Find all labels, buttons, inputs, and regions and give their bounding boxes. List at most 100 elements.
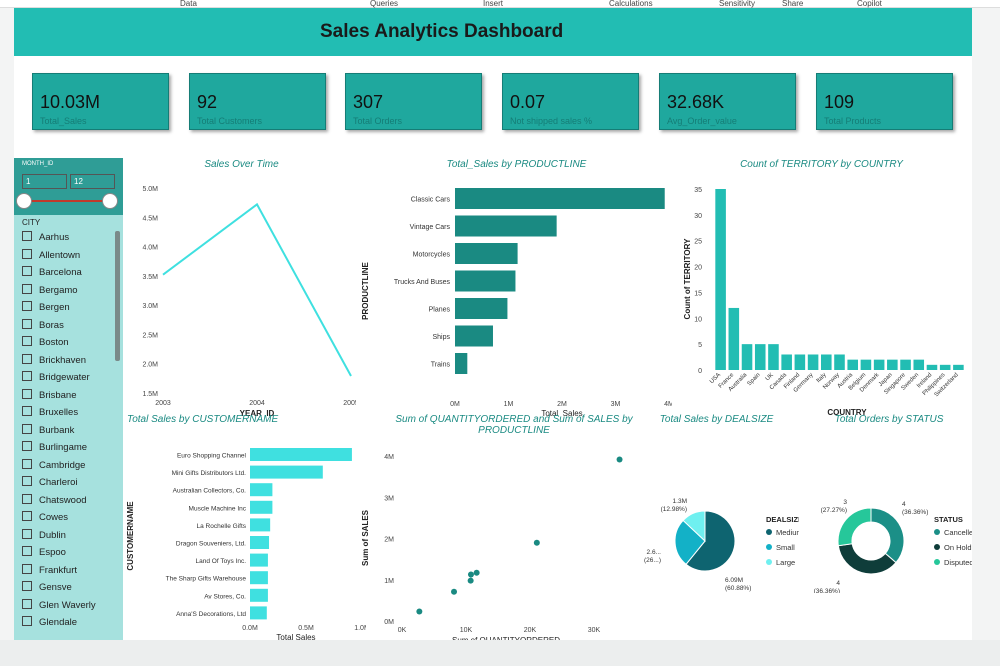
category-label: Anna'S Decorations, Ltd xyxy=(176,611,246,618)
x-tick-label: 20K xyxy=(524,627,537,634)
x-axis-label: Total Sales xyxy=(276,633,315,640)
checkbox-icon[interactable] xyxy=(22,581,32,591)
bar xyxy=(953,364,964,370)
checkbox-icon[interactable] xyxy=(22,528,32,539)
bar xyxy=(873,359,885,370)
city-option[interactable]: Chatswood xyxy=(22,493,87,511)
checkbox-icon[interactable] xyxy=(22,511,32,521)
city-list-scrollbar[interactable] xyxy=(115,231,120,361)
city-option[interactable]: Cowes xyxy=(22,511,68,528)
city-option[interactable]: Frankfurt xyxy=(22,563,78,581)
city-option[interactable]: Allentown xyxy=(22,248,80,266)
scatter-point xyxy=(473,569,480,576)
legend-swatch xyxy=(766,559,772,565)
checkbox-icon[interactable] xyxy=(22,546,32,556)
scatter-point xyxy=(533,539,540,546)
month-range-min-handle[interactable] xyxy=(16,193,32,209)
city-option[interactable]: Boras xyxy=(22,318,64,336)
city-option[interactable]: Espoo xyxy=(22,546,66,563)
legend-entry: Large xyxy=(776,558,795,567)
ribbon-sensitivity[interactable]: Sensitivity xyxy=(719,0,755,8)
category-label: Spain xyxy=(747,372,762,387)
ribbon-queries[interactable]: Queries xyxy=(370,0,398,8)
city-option-label: Frankfurt xyxy=(39,564,78,576)
kpi-card-total-sales[interactable]: 10.03M Total_Sales xyxy=(32,73,169,130)
checkbox-icon[interactable] xyxy=(22,493,32,504)
bar xyxy=(250,606,267,620)
ribbon-insert[interactable]: Insert xyxy=(483,0,503,8)
city-option[interactable]: Dublin xyxy=(22,528,66,546)
territory-by-country-chart: 05101520253035USAFranceAustraliaSpain UKC… xyxy=(683,187,964,416)
checkbox-icon[interactable] xyxy=(22,353,32,364)
city-option[interactable]: Cambridge xyxy=(22,458,86,476)
kpi-card-not-shipped[interactable]: 0.07 Not shipped sales % xyxy=(502,73,639,130)
city-option[interactable]: Glen Waverly xyxy=(22,598,96,616)
kpi-value: 32.68K xyxy=(667,92,725,112)
city-option[interactable]: Bergamo xyxy=(22,283,78,301)
month-max-input[interactable]: 12 xyxy=(70,174,115,189)
city-option[interactable]: Gensve xyxy=(22,581,72,598)
city-option[interactable]: Boston xyxy=(22,336,69,353)
city-option[interactable]: Barcelona xyxy=(22,266,82,283)
month-range-track[interactable] xyxy=(24,200,110,202)
checkbox-icon[interactable] xyxy=(22,231,32,241)
ribbon-data[interactable]: Data xyxy=(180,0,197,8)
checkbox-icon[interactable] xyxy=(22,336,32,346)
ribbon-share[interactable]: Share xyxy=(782,0,803,8)
kpi-card-avg-order-value[interactable]: 32.68K Avg_Order_value xyxy=(659,73,796,130)
bar xyxy=(250,536,270,549)
category-label: Motorcycles xyxy=(413,252,451,259)
city-option[interactable]: Bergen xyxy=(22,301,70,318)
kpi-card-total-orders[interactable]: 307 Total Orders xyxy=(345,73,482,130)
checkbox-icon[interactable] xyxy=(22,476,32,486)
checkbox-icon[interactable] xyxy=(22,301,32,311)
city-option-label: Boston xyxy=(39,337,69,348)
city-option[interactable]: Burlingame xyxy=(22,441,87,458)
city-option-label: Brickhaven xyxy=(39,354,86,366)
city-option[interactable]: Charleroi xyxy=(22,476,78,493)
checkbox-icon[interactable] xyxy=(22,598,32,609)
checkbox-icon[interactable] xyxy=(22,458,32,469)
checkbox-icon[interactable] xyxy=(22,616,32,626)
city-option[interactable]: Aarhus xyxy=(22,231,69,248)
city-option-label: Cambridge xyxy=(39,459,86,471)
checkbox-icon[interactable] xyxy=(22,563,32,574)
category-label: Mini Gifts Distributors Ltd. xyxy=(172,470,247,477)
checkbox-icon[interactable] xyxy=(22,318,32,329)
city-option[interactable]: Bruxelles xyxy=(22,406,78,423)
month-range-max-handle[interactable] xyxy=(102,193,118,209)
legend-swatch xyxy=(934,544,940,550)
category-label: UK xyxy=(765,372,775,382)
city-option[interactable]: Bridgewater xyxy=(22,371,90,388)
kpi-card-total-customers[interactable]: 92 Total Customers xyxy=(189,73,326,130)
kpi-value: 10.03M xyxy=(40,92,101,112)
checkbox-icon[interactable] xyxy=(22,423,32,434)
bar xyxy=(860,359,872,370)
checkbox-icon[interactable] xyxy=(22,441,32,451)
bar xyxy=(754,344,766,370)
ribbon-copilot[interactable]: Copilot xyxy=(857,0,882,8)
month-min-input[interactable]: 1 xyxy=(22,174,67,189)
checkbox-icon[interactable] xyxy=(22,266,32,276)
checkbox-icon[interactable] xyxy=(22,406,32,416)
city-option[interactable]: Glendale xyxy=(22,616,77,633)
city-option[interactable]: Burbank xyxy=(22,423,74,441)
kpi-card-total-products[interactable]: 109 Total Products xyxy=(816,73,953,130)
checkbox-icon[interactable] xyxy=(22,388,32,399)
checkbox-icon[interactable] xyxy=(22,371,32,381)
y-tick-label: 5.0M xyxy=(142,186,158,193)
checkbox-icon[interactable] xyxy=(22,248,32,259)
y-tick-label: 2M xyxy=(384,537,394,544)
y-tick-label: 4.0M xyxy=(142,245,158,252)
ribbon-calculations[interactable]: Calculations xyxy=(609,0,653,8)
y-tick-label: 35 xyxy=(694,187,702,194)
y-axis-label: CUSTOMERNAME xyxy=(126,501,135,571)
city-option[interactable]: Brisbane xyxy=(22,388,77,406)
checkbox-icon[interactable] xyxy=(22,283,32,294)
y-tick-label: 3M xyxy=(384,495,394,502)
legend-swatch xyxy=(766,529,772,535)
scatter-point xyxy=(451,588,458,595)
y-tick-label: 20 xyxy=(694,265,702,272)
bar xyxy=(250,448,352,461)
city-option[interactable]: Brickhaven xyxy=(22,353,86,371)
